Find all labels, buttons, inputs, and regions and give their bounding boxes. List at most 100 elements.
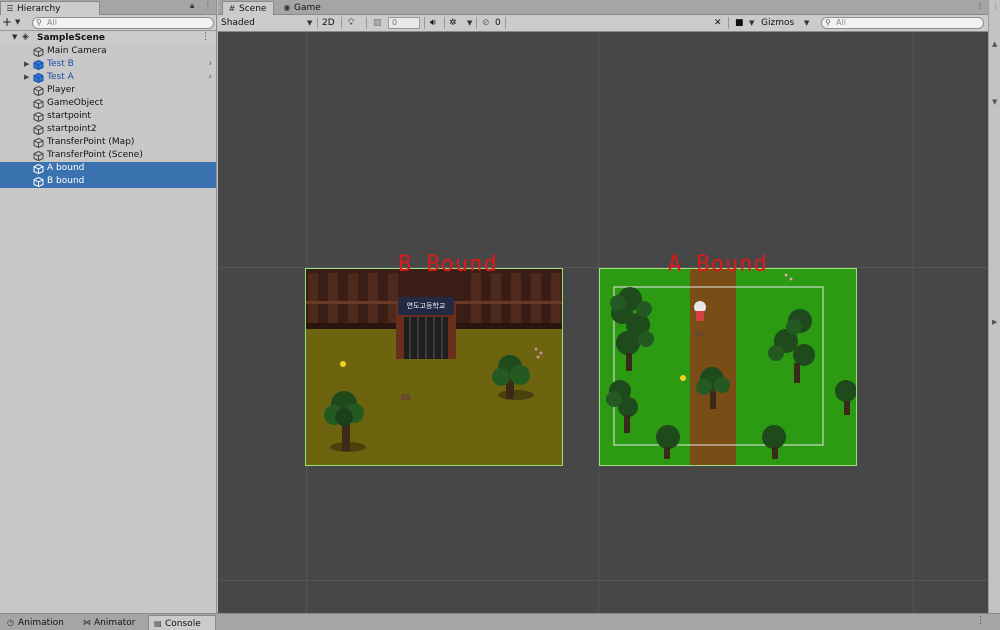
- chevron-down-icon[interactable]: ▼: [749, 16, 754, 30]
- tab-animation[interactable]: ◷ Animation: [2, 615, 69, 630]
- scene-search-input[interactable]: ⚲ All: [821, 17, 984, 29]
- unity-scene-icon: ◈: [22, 32, 29, 42]
- hierarchy-item-label: Main Camera: [47, 46, 107, 56]
- tab-scene-label: Scene: [239, 4, 267, 14]
- camera-icon[interactable]: ■: [735, 16, 744, 30]
- hierarchy-item[interactable]: B bound: [0, 175, 216, 188]
- gameobject-cube-icon: [33, 151, 44, 161]
- scene-tabbar: # Scene ◉ Game ⋮: [218, 0, 988, 15]
- a-bound-map[interactable]: [599, 268, 857, 466]
- effects-toggle-icon[interactable]: ✲: [449, 16, 457, 30]
- shading-mode-dropdown[interactable]: Shaded ▼: [221, 16, 313, 30]
- chevron-right-icon[interactable]: ›: [208, 71, 212, 84]
- hierarchy-item-label: TransferPoint (Scene): [47, 150, 143, 160]
- tab-hierarchy[interactable]: ☰ Hierarchy: [0, 1, 100, 15]
- chevron-right-icon[interactable]: ▶: [992, 318, 997, 326]
- hierarchy-item-label: Test A: [47, 72, 74, 82]
- gameobject-cube-icon: [33, 86, 44, 96]
- chevron-up-icon[interactable]: ▲: [992, 40, 997, 48]
- chevron-down-icon[interactable]: ▼: [992, 98, 997, 106]
- gameobject-cube-icon: [33, 138, 44, 148]
- hierarchy-item[interactable]: Main Camera: [0, 45, 216, 58]
- gameobject-cube-icon: [33, 112, 44, 122]
- bottom-tabbar: ◷ Animation ⋈ Animator ▤ Console ⋮: [0, 613, 1000, 630]
- hierarchy-item-label: GameObject: [47, 98, 104, 108]
- console-icon: ▤: [154, 619, 162, 628]
- scene-toolbar: Shaded ▼ 2D 💡︎ ▨ 0 🔊︎ ✲ ▼ ⊘ 0 ✕ ■ ▼ Gizm…: [218, 15, 988, 32]
- hierarchy-toolbar: + ▼ ⚲ All: [0, 15, 216, 31]
- gameobject-cube-icon: [33, 125, 44, 135]
- hierarchy-item-label: TransferPoint (Map): [47, 137, 135, 147]
- scene-search-placeholder: All: [836, 18, 846, 27]
- b-bound-map[interactable]: 연도고등학교: [305, 268, 563, 466]
- search-icon: ⚲: [825, 18, 831, 27]
- chevron-right-icon[interactable]: ›: [208, 58, 212, 71]
- b-bound-title: B Bound: [398, 252, 498, 277]
- gamepad-icon: ◉: [283, 3, 291, 12]
- a-bound-title: A Bound: [668, 252, 768, 277]
- hierarchy-tabbar: ☰ Hierarchy 🔒︎ ⋮: [0, 0, 216, 15]
- hierarchy-item[interactable]: Player: [0, 84, 216, 97]
- tab-game-label: Game: [294, 3, 321, 13]
- hierarchy-item[interactable]: TransferPoint (Map): [0, 136, 216, 149]
- scene-name: SampleScene: [37, 33, 105, 43]
- gizmos-dropdown[interactable]: Gizmos: [761, 16, 794, 30]
- hierarchy-item-label: startpoint2: [47, 124, 97, 134]
- school-sign: 연도고등학교: [406, 302, 446, 310]
- tab-scene[interactable]: # Scene: [222, 1, 274, 15]
- scene-zoom-value: 0: [392, 18, 398, 27]
- scene-root-row[interactable]: ▼ ◈ SampleScene ⋮: [0, 32, 216, 44]
- hierarchy-item[interactable]: startpoint2: [0, 123, 216, 136]
- scene-menu-icon[interactable]: ⋮: [201, 32, 210, 42]
- audio-toggle-icon[interactable]: 🔊︎: [430, 16, 436, 30]
- gizmos-label: Gizmos: [761, 18, 795, 28]
- chevron-down-icon: ▼: [307, 19, 313, 27]
- image-effects-icon[interactable]: ▨: [373, 16, 382, 30]
- tab-animator[interactable]: ⋈ Animator: [78, 615, 140, 630]
- tab-console[interactable]: ▤ Console: [148, 615, 216, 630]
- 2d-toggle-button[interactable]: 2D: [322, 16, 335, 30]
- prefab-cube-icon: [33, 73, 44, 83]
- hierarchy-tree: Main Camera ▶ Test B › ▶ Test A › Player GameObj…: [0, 45, 216, 188]
- hierarchy-item[interactable]: ▶ Test B ›: [0, 58, 216, 71]
- hierarchy-item[interactable]: startpoint: [0, 110, 216, 123]
- scene-viewport[interactable]: 연도고등학교 B Bound A Bound: [218, 32, 988, 613]
- hierarchy-item[interactable]: ▶ Test A ›: [0, 71, 216, 84]
- chevron-down-icon[interactable]: ▼: [804, 16, 809, 30]
- tab-game[interactable]: ◉ Game: [278, 1, 328, 15]
- list-icon: ☰: [6, 4, 14, 13]
- right-scrollbar[interactable]: ⋮ ▲ ▼ ▶: [988, 0, 1000, 613]
- expand-arrow-icon[interactable]: ▶: [24, 58, 29, 71]
- clock-icon: ◷: [7, 618, 14, 627]
- panel-menu-icon[interactable]: ⋮: [976, 616, 985, 626]
- hidden-objects-icon[interactable]: ⊘: [482, 16, 490, 30]
- hierarchy-search-input[interactable]: ⚲ All: [32, 17, 214, 29]
- gameobject-cube-icon: [33, 47, 44, 57]
- a-map-tiles: [600, 269, 856, 465]
- expand-arrow-icon[interactable]: ▶: [24, 71, 29, 84]
- search-icon: ⚲: [36, 18, 42, 27]
- lighting-toggle-icon[interactable]: 💡︎: [348, 16, 354, 30]
- prefab-cube-icon: [33, 60, 44, 70]
- scene-panel: # Scene ◉ Game ⋮ Shaded ▼ 2D 💡︎ ▨ 0 🔊︎ ✲ ▼…: [218, 0, 988, 613]
- hierarchy-item[interactable]: GameObject: [0, 97, 216, 110]
- lock-icon[interactable]: 🔒︎: [190, 1, 194, 11]
- create-button[interactable]: +: [2, 16, 12, 29]
- scene-zoom-field[interactable]: 0: [388, 17, 420, 29]
- tab-animation-label: Animation: [18, 618, 64, 628]
- grid-icon: #: [228, 4, 236, 13]
- chevron-down-icon[interactable]: ▼: [467, 16, 472, 30]
- panel-menu-icon[interactable]: ⋮: [976, 1, 984, 10]
- tab-console-label: Console: [165, 619, 201, 629]
- panel-menu-icon[interactable]: ⋮: [204, 1, 212, 10]
- hierarchy-item[interactable]: TransferPoint (Scene): [0, 149, 216, 162]
- chevron-down-icon[interactable]: ▼: [15, 18, 20, 26]
- tools-icon[interactable]: ✕: [714, 16, 722, 30]
- hierarchy-item-label: A bound: [47, 163, 85, 173]
- 2d-label: 2D: [322, 18, 335, 28]
- gameobject-cube-icon: [33, 177, 44, 187]
- hierarchy-item[interactable]: A bound: [0, 162, 216, 175]
- panel-menu-icon[interactable]: ⋮: [992, 3, 999, 11]
- expand-arrow-icon[interactable]: ▼: [12, 33, 17, 41]
- tab-hierarchy-label: Hierarchy: [17, 4, 61, 14]
